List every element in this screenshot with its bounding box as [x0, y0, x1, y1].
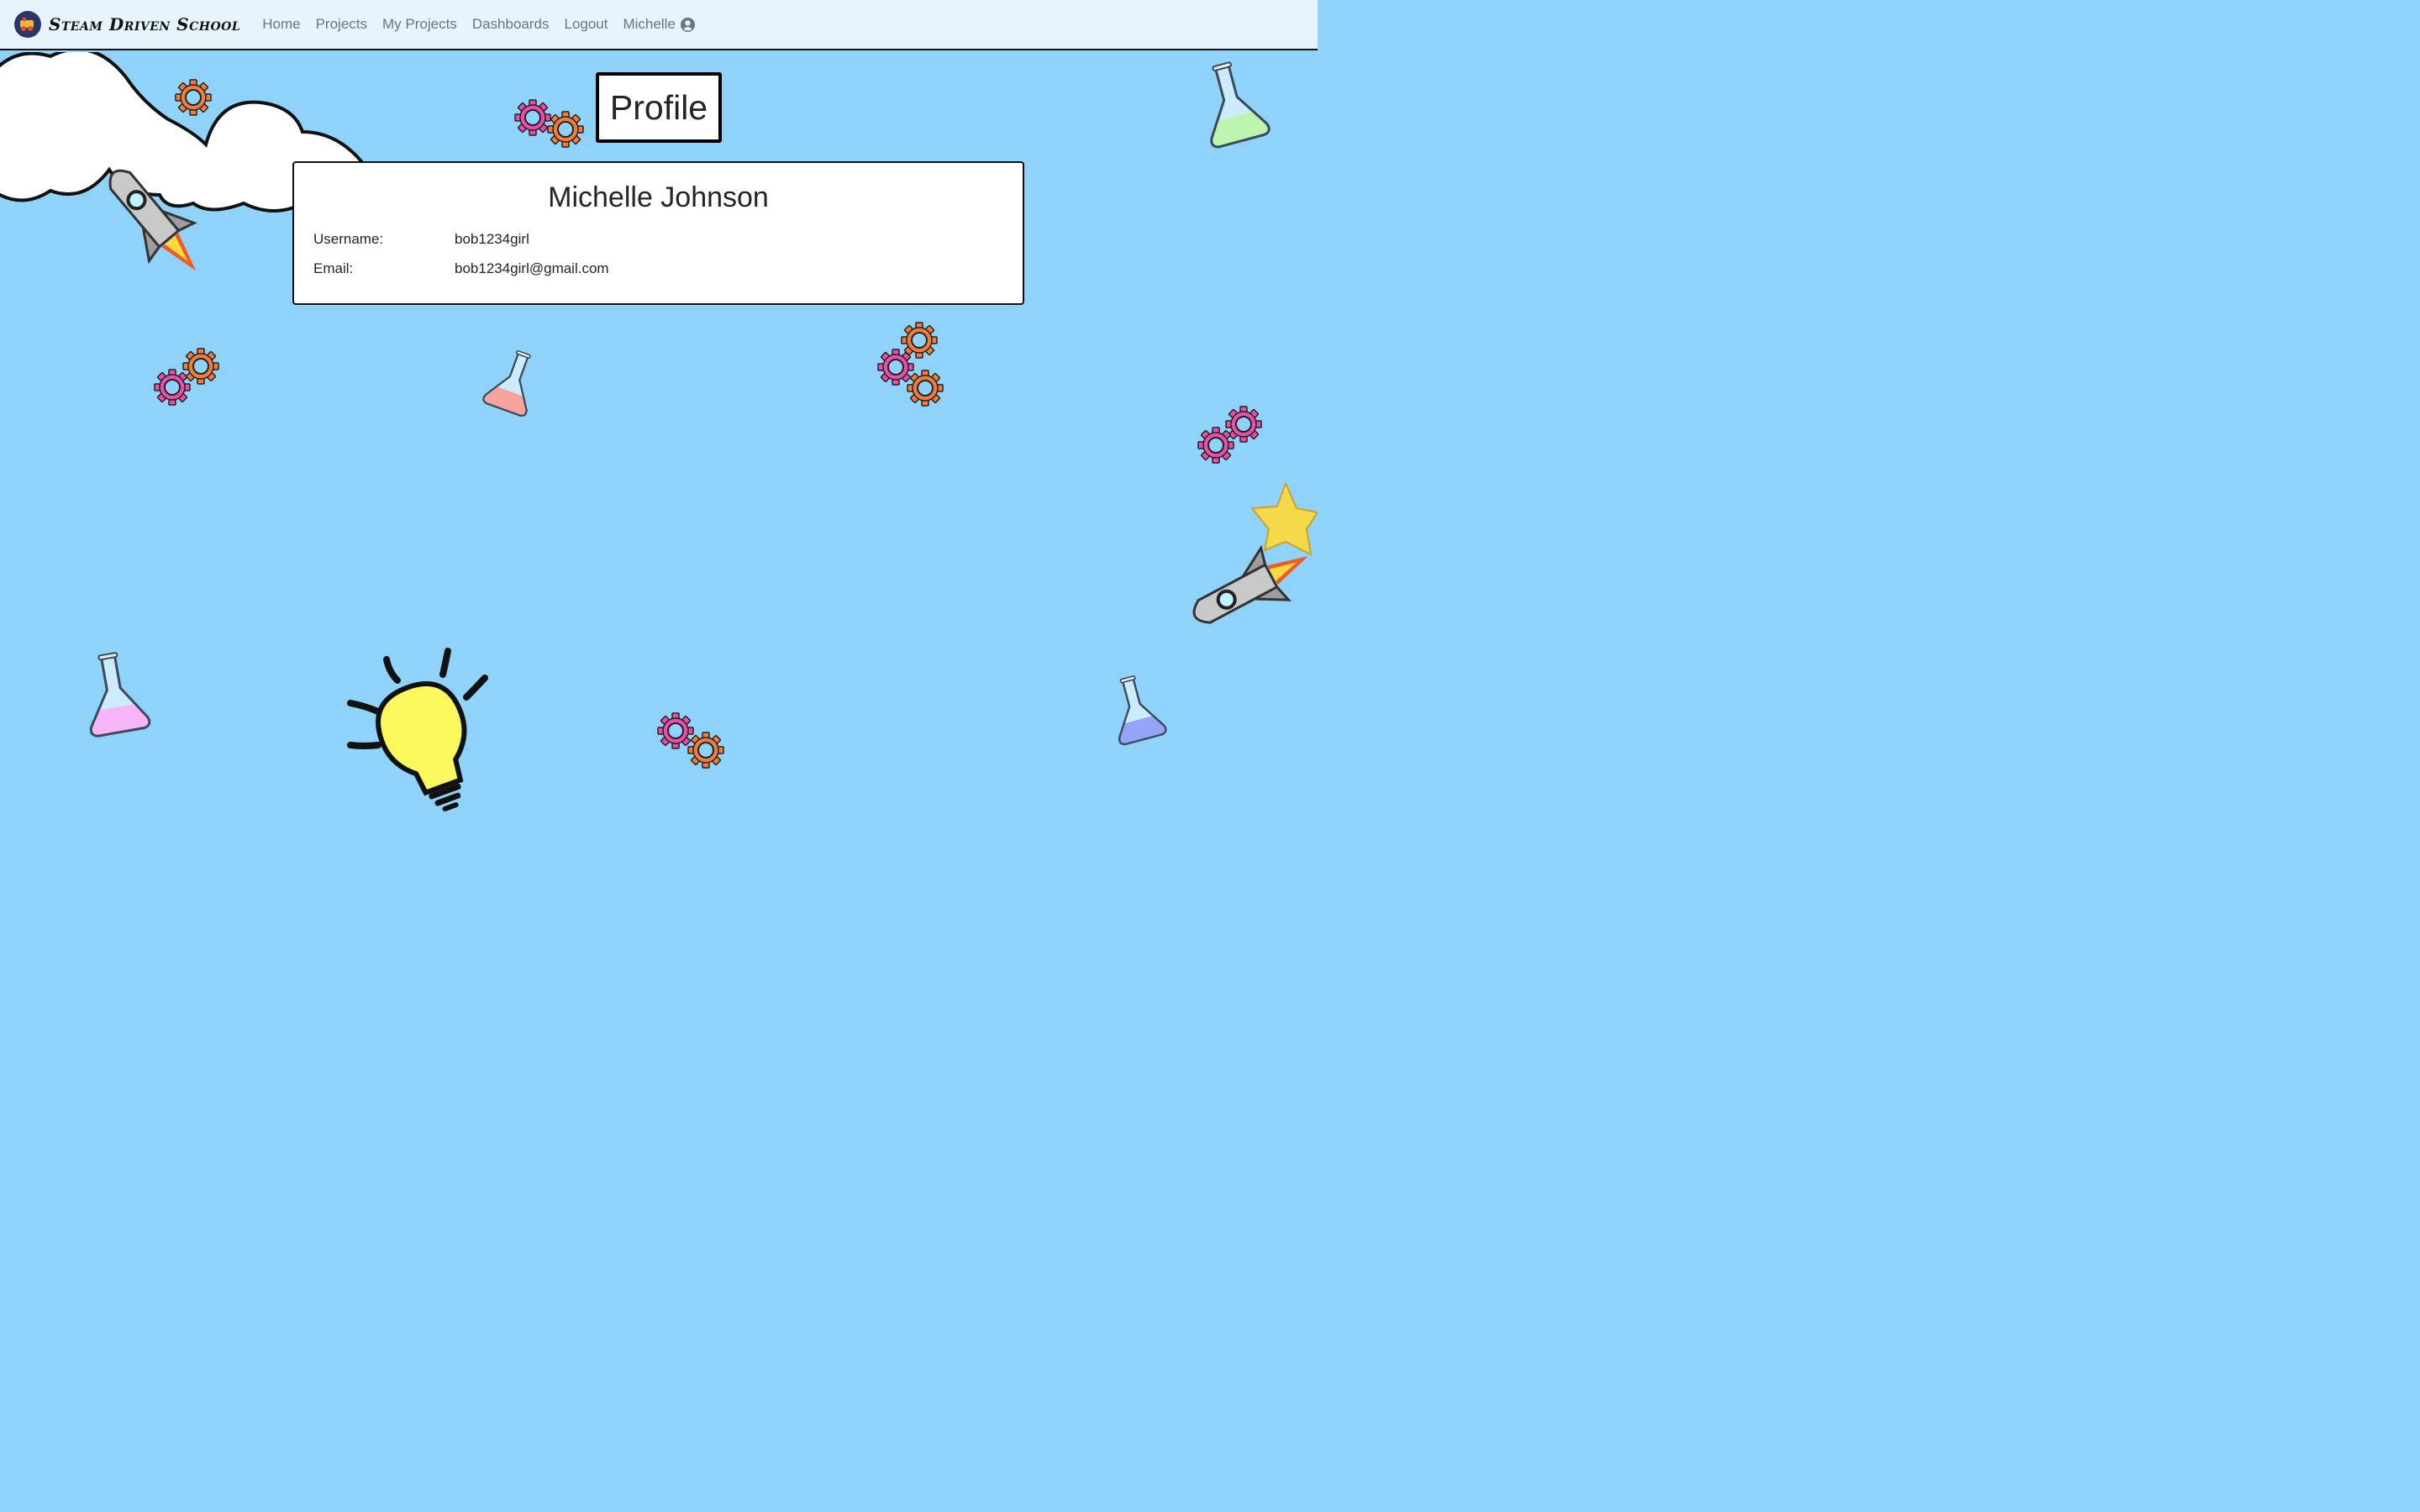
flask-blue-icon	[1103, 670, 1168, 747]
gears-icon	[1197, 406, 1262, 464]
brand-name: Steam Driven School	[49, 14, 241, 34]
user-circle-icon	[680, 17, 695, 32]
nav-dashboards-link[interactable]: Dashboards	[472, 16, 550, 33]
page-title-box: Profile	[596, 72, 722, 143]
nav-user-menu[interactable]: Michelle	[623, 16, 695, 33]
lightbulb-icon	[347, 648, 488, 811]
email-value: bob1234girl@gmail.com	[455, 260, 609, 276]
nav-links: Home Projects My Projects Dashboards Log…	[262, 16, 710, 33]
top-navbar: Steam Driven School Home Projects My Pro…	[0, 0, 1318, 50]
username-value: bob1234girl	[455, 231, 529, 247]
flask-red-icon	[481, 344, 546, 418]
rocket-icon	[108, 169, 197, 271]
profile-card: Michelle Johnson Username: bob1234girl Em…	[292, 161, 1024, 305]
flask-magenta-icon	[76, 648, 152, 738]
nav-user-name: Michelle	[623, 16, 676, 32]
gears-icon	[657, 712, 724, 769]
nav-my-projects-link[interactable]: My Projects	[382, 16, 457, 33]
flask-green-icon	[1192, 55, 1272, 150]
rocket-star-icon	[1192, 483, 1318, 624]
gears-icon	[154, 348, 219, 406]
username-label: Username:	[313, 231, 384, 247]
gears-icon	[514, 99, 584, 148]
gear-icon	[175, 79, 212, 116]
brand-home-link[interactable]: Steam Driven School	[14, 11, 240, 38]
gears-icon	[877, 322, 944, 407]
nav-logout-link[interactable]: Logout	[564, 16, 608, 33]
page-title: Profile	[609, 87, 708, 127]
train-logo-icon	[14, 11, 41, 38]
nav-projects-link[interactable]: Projects	[316, 16, 367, 33]
email-row: Email: bob1234girl@gmail.com	[313, 260, 609, 277]
profile-full-name: Michelle Johnson	[548, 181, 769, 213]
username-row: Username: bob1234girl	[313, 231, 529, 248]
nav-home-link[interactable]: Home	[262, 16, 300, 33]
email-label: Email:	[313, 260, 354, 276]
